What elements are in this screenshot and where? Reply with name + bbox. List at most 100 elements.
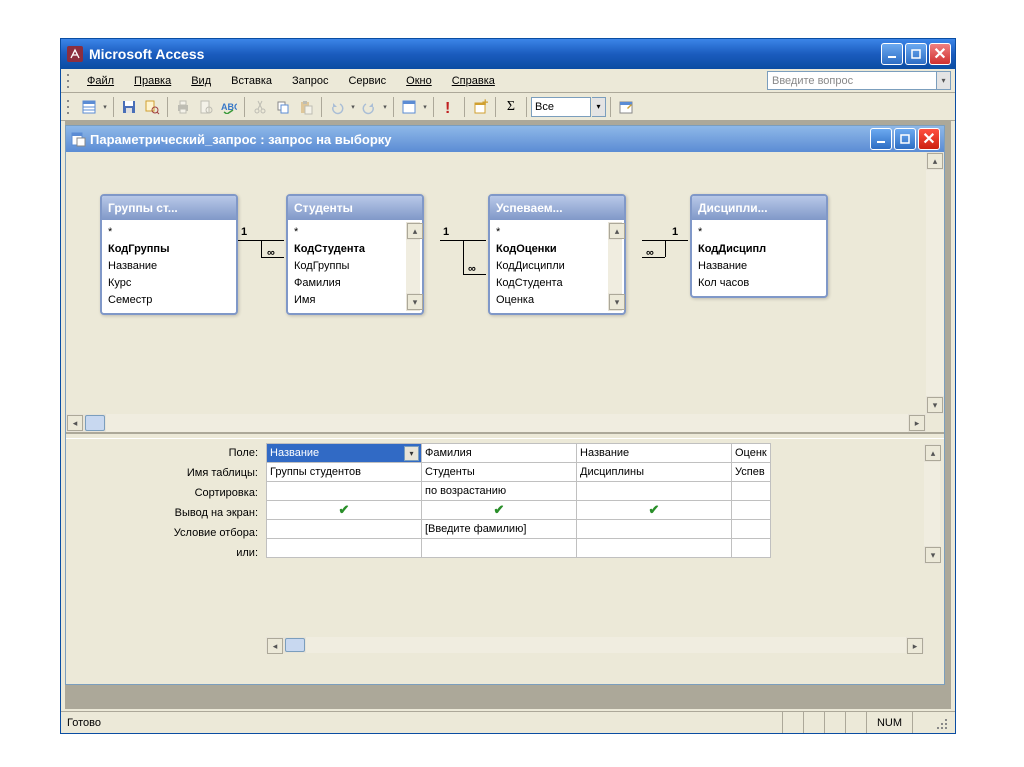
table-header[interactable]: Успеваем... — [490, 196, 624, 220]
query-type-button[interactable] — [398, 96, 420, 118]
table-header[interactable]: Студенты — [288, 196, 422, 220]
grid-cell-sort[interactable] — [267, 482, 422, 501]
grid-cell-show[interactable] — [732, 501, 771, 520]
table-field[interactable]: КодГруппы — [294, 258, 420, 275]
grid-cell-criteria[interactable] — [267, 520, 422, 539]
menu-file[interactable]: Файл — [77, 72, 124, 90]
menu-tools[interactable]: Сервис — [338, 72, 396, 90]
show-table-button[interactable]: + — [469, 96, 491, 118]
view-button[interactable] — [78, 96, 100, 118]
grid-cell-field[interactable]: Название — [577, 444, 732, 463]
diagram-pane[interactable]: 1 ∞ 1 ∞ 1 ∞ Группы ст... — [66, 152, 944, 432]
table-grades[interactable]: Успеваем... * КодОценки КодДисципли КодС… — [488, 194, 626, 315]
table-field[interactable]: КодСтудента — [294, 241, 420, 258]
qw-minimize-button[interactable] — [870, 128, 892, 150]
table-field[interactable]: Курс — [108, 275, 234, 292]
maximize-button[interactable] — [905, 43, 927, 65]
redo-button[interactable] — [358, 96, 380, 118]
grid-cell-field[interactable]: Оценк — [732, 444, 771, 463]
grid-cell-show[interactable]: ✔ — [267, 501, 422, 520]
top-values-dropdown[interactable]: ▾ — [592, 97, 606, 117]
table-scrollbar[interactable]: ▴▾ — [406, 222, 420, 311]
table-field[interactable]: Кол часов — [698, 275, 824, 292]
qw-maximize-button[interactable] — [894, 128, 916, 150]
app-titlebar[interactable]: Microsoft Access ✕ — [61, 39, 955, 69]
copy-button[interactable] — [272, 96, 294, 118]
grid-cell-show[interactable]: ✔ — [577, 501, 732, 520]
menu-window[interactable]: Окно — [396, 72, 442, 90]
table-field[interactable]: Оценка — [496, 292, 622, 309]
print-button[interactable] — [172, 96, 194, 118]
grid-cell-sort[interactable]: по возрастанию — [422, 482, 577, 501]
grid-cell-show[interactable]: ✔ — [422, 501, 577, 520]
totals-button[interactable]: Σ — [500, 96, 522, 118]
redo-dropdown[interactable]: ▾ — [381, 103, 389, 111]
grid-cell-table[interactable]: Группы студентов — [267, 463, 422, 482]
table-field[interactable]: Название — [698, 258, 824, 275]
table-students[interactable]: Студенты * КодСтудента КодГруппы Фамилия… — [286, 194, 424, 315]
table-groups[interactable]: Группы ст... * КодГруппы Название Курс С… — [100, 194, 238, 315]
grid-cell-field[interactable]: Название▾ — [267, 444, 422, 463]
grid-cell-field[interactable]: Фамилия — [422, 444, 577, 463]
menu-grip[interactable] — [65, 72, 71, 90]
grid-cell-or[interactable] — [577, 539, 732, 558]
table-scrollbar[interactable]: ▴▾ — [608, 222, 622, 311]
cut-button[interactable] — [249, 96, 271, 118]
pane-splitter[interactable] — [66, 432, 944, 439]
diagram-hscroll[interactable]: ◂▸ — [66, 414, 926, 432]
query-type-dropdown[interactable]: ▾ — [421, 103, 429, 111]
qbe-grid[interactable]: Название▾ Фамилия Название Оценк Группы … — [266, 443, 771, 558]
view-dropdown[interactable]: ▾ — [101, 103, 109, 111]
minimize-button[interactable] — [881, 43, 903, 65]
menu-insert[interactable]: Вставка — [221, 72, 282, 90]
grid-cell-criteria[interactable]: [Введите фамилию] — [422, 520, 577, 539]
grid-cell-or[interactable] — [732, 539, 771, 558]
grid-cell-criteria[interactable] — [732, 520, 771, 539]
table-field[interactable]: КодСтудента — [496, 275, 622, 292]
table-field[interactable]: Имя — [294, 292, 420, 309]
undo-dropdown[interactable]: ▾ — [349, 103, 357, 111]
table-field[interactable]: * — [108, 224, 234, 241]
spelling-button[interactable]: ABC — [218, 96, 240, 118]
table-disciplines[interactable]: Дисципли... * КодДисципл Название Кол ча… — [690, 194, 828, 298]
table-field[interactable]: * — [496, 224, 622, 241]
qw-close-button[interactable]: ✕ — [918, 128, 940, 150]
file-search-button[interactable] — [141, 96, 163, 118]
menu-help[interactable]: Справка — [442, 72, 505, 90]
table-field[interactable]: КодОценки — [496, 241, 622, 258]
grid-cell-table[interactable]: Успев — [732, 463, 771, 482]
table-field[interactable]: Название — [108, 258, 234, 275]
table-field[interactable]: КодДисципли — [496, 258, 622, 275]
properties-button[interactable] — [615, 96, 637, 118]
help-dropdown[interactable]: ▾ — [937, 71, 951, 90]
grid-cell-criteria[interactable] — [577, 520, 732, 539]
undo-button[interactable] — [326, 96, 348, 118]
table-header[interactable]: Дисципли... — [692, 196, 826, 220]
menu-edit[interactable]: Правка — [124, 72, 181, 90]
grid-cell-table[interactable]: Студенты — [422, 463, 577, 482]
grid-cell-sort[interactable] — [577, 482, 732, 501]
grid-cell-table[interactable]: Дисциплины — [577, 463, 732, 482]
close-button[interactable]: ✕ — [929, 43, 951, 65]
query-window-titlebar[interactable]: Параметрический_запрос : запрос на выбор… — [66, 126, 944, 152]
table-field[interactable]: * — [294, 224, 420, 241]
table-field[interactable]: Семестр — [108, 292, 234, 309]
dropdown-icon[interactable]: ▾ — [404, 446, 419, 461]
menu-view[interactable]: Вид — [181, 72, 221, 90]
grid-cell-sort[interactable] — [732, 482, 771, 501]
help-search-input[interactable]: Введите вопрос — [767, 71, 937, 90]
top-values-combo[interactable]: Все — [531, 97, 591, 117]
table-header[interactable]: Группы ст... — [102, 196, 236, 220]
grid-cell-or[interactable] — [422, 539, 577, 558]
grid-vscroll[interactable]: ▴▾ — [924, 444, 940, 564]
menu-query[interactable]: Запрос — [282, 72, 338, 90]
toolbar-grip[interactable] — [65, 98, 71, 116]
grid-hscroll[interactable]: ◂▸ — [266, 637, 924, 653]
diagram-vscroll[interactable]: ▴▾ — [926, 152, 944, 414]
run-button[interactable]: ! — [438, 96, 460, 118]
grid-cell-or[interactable] — [267, 539, 422, 558]
table-field[interactable]: * — [698, 224, 824, 241]
save-button[interactable] — [118, 96, 140, 118]
table-field[interactable]: КодДисципл — [698, 241, 824, 258]
table-field[interactable]: Фамилия — [294, 275, 420, 292]
